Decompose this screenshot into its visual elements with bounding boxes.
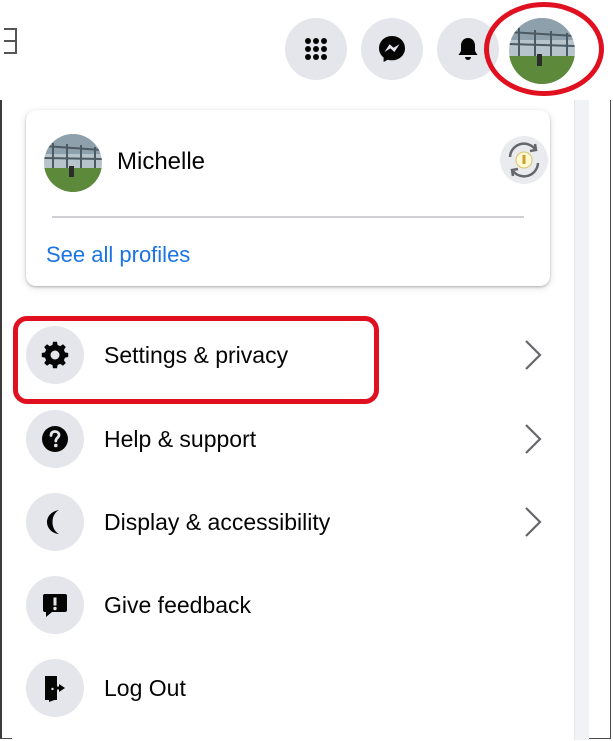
menu-grid-button[interactable]	[285, 18, 347, 80]
current-profile-row[interactable]: Michelle	[44, 132, 548, 192]
question-icon	[42, 426, 68, 452]
moon-icon	[47, 510, 59, 534]
moon-icon-circle	[26, 493, 84, 551]
see-all-profiles-link[interactable]: See all profiles	[46, 242, 190, 268]
profile-name: Michelle	[117, 148, 206, 175]
menu-item-label: Display & accessibility	[104, 509, 331, 535]
logout-icon	[45, 676, 65, 702]
menu-item-label: Give feedback	[104, 592, 252, 618]
menu-item-help-support[interactable]: Help & support	[26, 404, 566, 474]
menu-item-label: Help & support	[104, 426, 257, 452]
notifications-bell-icon	[458, 38, 478, 60]
profile-avatar	[44, 134, 102, 192]
feedback-icon-circle	[26, 576, 84, 634]
feedback-icon	[43, 594, 67, 617]
scrollbar[interactable]	[574, 100, 589, 740]
partial-edge-icon	[4, 28, 17, 54]
avatar-highlight-circle	[484, 2, 604, 96]
menu-item-log-out[interactable]: Log Out	[26, 653, 566, 723]
profile-card: Michelle See all profiles	[26, 110, 550, 286]
menu-grid-icon	[305, 38, 327, 60]
settings-highlight-rectangle	[13, 316, 379, 404]
menu-item-give-feedback[interactable]: Give feedback	[26, 570, 566, 640]
question-icon-circle	[26, 410, 84, 468]
chevron-right-icon	[525, 424, 542, 454]
switch-profile-icon[interactable]	[498, 134, 550, 186]
card-divider	[52, 216, 524, 218]
menu-item-label: Log Out	[104, 675, 186, 701]
messenger-button[interactable]	[361, 18, 423, 80]
top-navigation-bar	[0, 0, 613, 100]
chevron-right-icon	[525, 340, 542, 370]
logout-icon-circle	[26, 659, 84, 717]
messenger-icon	[379, 36, 405, 62]
menu-item-display-accessibility[interactable]: Display & accessibility	[26, 487, 566, 557]
chevron-right-icon	[525, 507, 542, 537]
